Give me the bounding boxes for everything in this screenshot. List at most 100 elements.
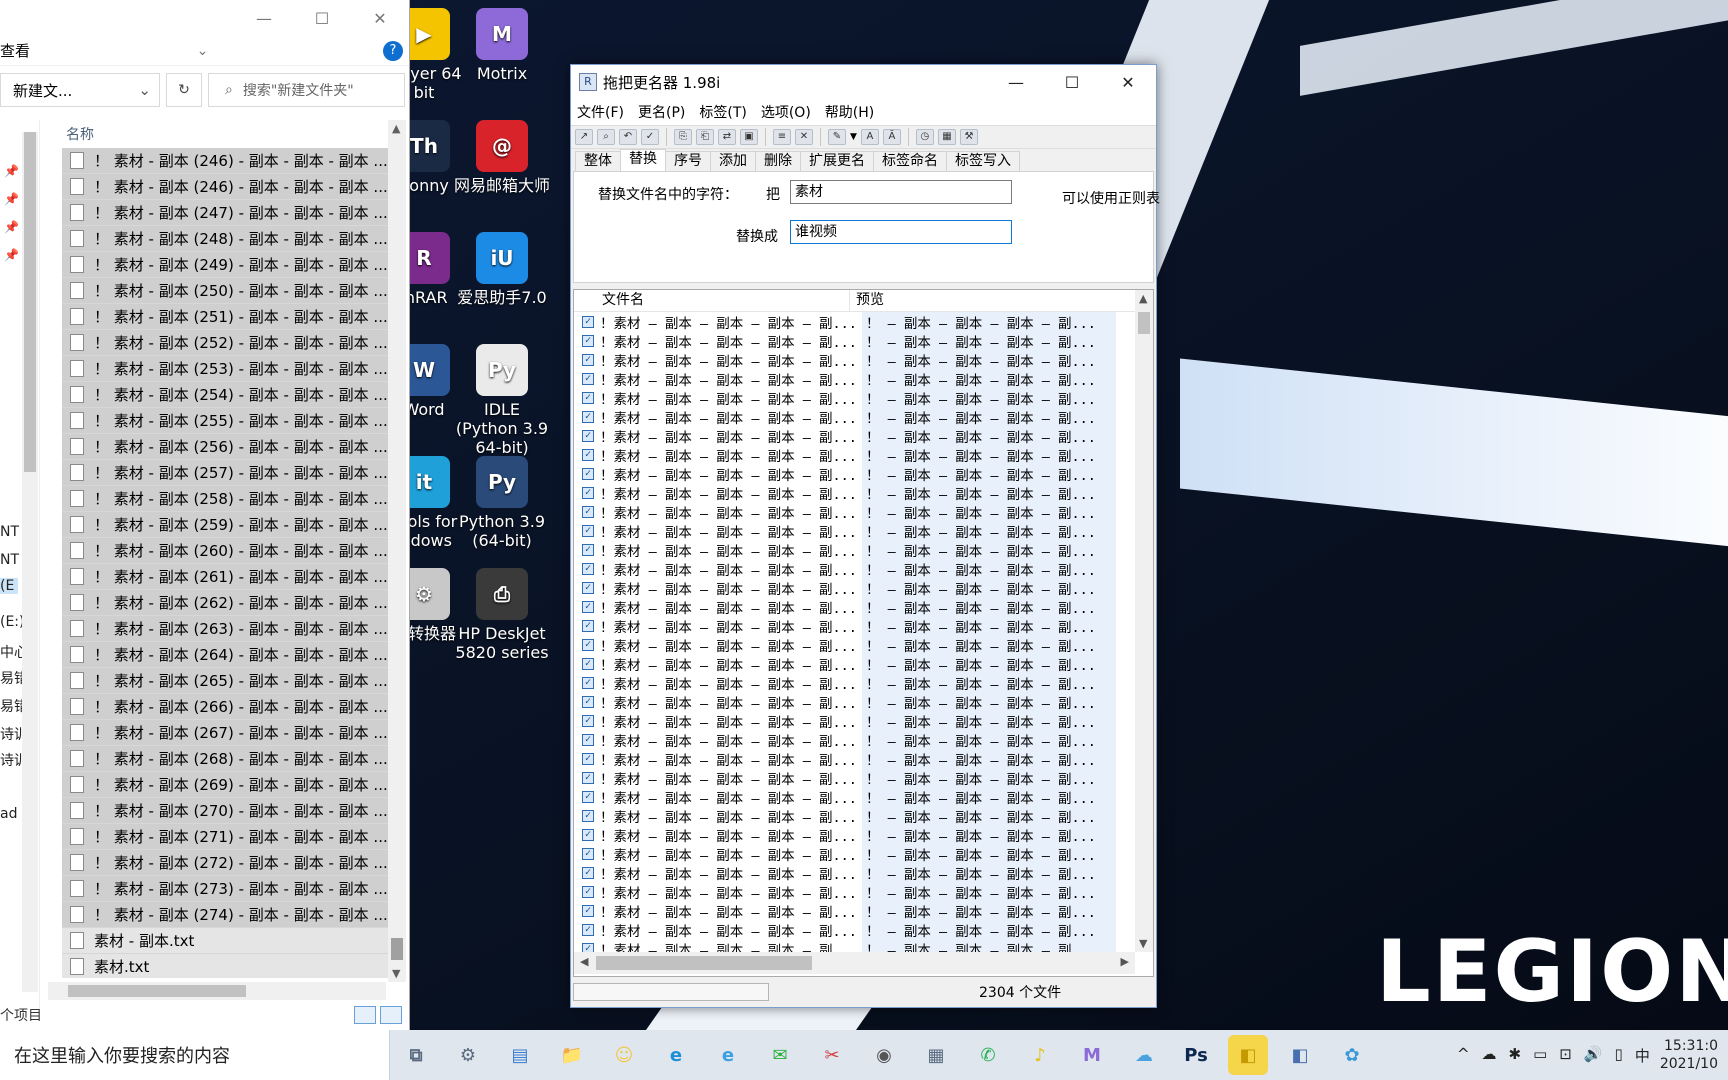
grid-row[interactable]: ✓ ！素材 – 副本 – 副本 – 副本 – 副... ！ – 副本 – 副本 – …: [574, 843, 1134, 864]
address-dropdown-icon[interactable]: ⌄: [138, 81, 151, 99]
grid-row[interactable]: ✓ ！素材 – 副本 – 副本 – 副本 – 副... ！ – 副本 – 副本 – …: [574, 349, 1134, 370]
row-checkbox[interactable]: ✓: [582, 942, 594, 952]
edge-icon[interactable]: e: [656, 1035, 696, 1075]
row-checkbox[interactable]: ✓: [582, 847, 594, 860]
tab-extension-rename[interactable]: 扩展更名: [800, 151, 874, 171]
close-button[interactable]: ✕: [1100, 73, 1156, 92]
tab-overall[interactable]: 整体: [575, 151, 621, 171]
scroll-down-icon[interactable]: ▼: [392, 967, 400, 980]
large-icons-view-icon[interactable]: [380, 1006, 402, 1024]
grid-row[interactable]: ✓ ！素材 – 副本 – 副本 – 副本 – 副... ！ – 副本 – 副本 – …: [574, 482, 1134, 503]
search-input[interactable]: ⌕ 搜索"新建文件夹": [208, 73, 405, 107]
close-button[interactable]: ✕: [351, 9, 409, 28]
row-checkbox[interactable]: ✓: [582, 372, 594, 385]
taskbar-search[interactable]: 在这里输入你要搜索的内容: [0, 1030, 390, 1080]
desktop-shortcut[interactable]: M Motrix: [454, 8, 550, 83]
file-list-item[interactable]: ！ 素材 - 副本 (256) - 副本 - 副本 - 副本 ...: [62, 434, 388, 460]
file-list-item[interactable]: ！ 素材 - 副本 (264) - 副本 - 副本 - 副本 ...: [62, 642, 388, 668]
ribbon-tab-view[interactable]: 查看: [0, 40, 30, 61]
maximize-button[interactable]: ☐: [293, 9, 351, 28]
tab-replace[interactable]: 替换: [620, 149, 666, 171]
file-list-item[interactable]: ！ 素材 - 副本 (253) - 副本 - 副本 - 副本 ...: [62, 356, 388, 382]
column-header-name[interactable]: 名称: [48, 124, 388, 146]
check-icon[interactable]: ✓: [641, 129, 659, 145]
usb-icon[interactable]: ▯: [1615, 1045, 1623, 1066]
grid-row[interactable]: ✓ ！素材 – 副本 – 副本 – 副本 – 副... ！ – 副本 – 副本 – …: [574, 900, 1134, 921]
battery-icon[interactable]: ▭: [1533, 1045, 1547, 1066]
row-checkbox[interactable]: ✓: [582, 885, 594, 898]
task-view-icon[interactable]: ⧉: [396, 1035, 436, 1075]
file-list-item[interactable]: ！ 素材 - 副本 (269) - 副本 - 副本 - 副本 ...: [62, 772, 388, 798]
tab-tag-write[interactable]: 标签写入: [946, 151, 1020, 171]
file-list-item[interactable]: ！ 素材 - 副本 (271) - 副本 - 副本 - 副本 ...: [62, 824, 388, 850]
maximize-button[interactable]: ☐: [1044, 73, 1100, 92]
grid-row[interactable]: ✓ ！素材 – 副本 – 副本 – 副本 – 副... ！ – 副本 – 副本 – …: [574, 463, 1134, 484]
text-edit-icon[interactable]: A: [860, 129, 879, 145]
find-input[interactable]: 素材: [790, 180, 1012, 204]
settings-icon[interactable]: ⚙: [448, 1035, 488, 1075]
renamer-task-active-icon[interactable]: ◧: [1228, 1035, 1268, 1075]
nav-item[interactable]: NT: [0, 552, 19, 568]
row-checkbox[interactable]: ✓: [582, 714, 594, 727]
row-checkbox[interactable]: ✓: [582, 923, 594, 936]
file-list-hscrollbar[interactable]: [48, 982, 386, 1000]
refresh-button[interactable]: ↻: [166, 73, 202, 107]
row-checkbox[interactable]: ✓: [582, 524, 594, 537]
file-list-item[interactable]: ！ 素材 - 副本 (273) - 副本 - 副本 - 副本 ...: [62, 876, 388, 902]
file-list-item[interactable]: ！ 素材 - 副本 (263) - 副本 - 副本 - 副本 ...: [62, 616, 388, 642]
dropdown-arrow-icon[interactable]: ▼: [850, 132, 857, 142]
save-icon[interactable]: ▣: [740, 129, 758, 145]
row-checkbox[interactable]: ✓: [582, 771, 594, 784]
file-explorer-icon[interactable]: 📁: [552, 1035, 592, 1075]
ie-icon[interactable]: e: [708, 1035, 748, 1075]
desktop-shortcut[interactable]: ⎙ HP DeskJet 5820 series: [454, 568, 550, 662]
file-list-item[interactable]: ！ 素材 - 副本 (258) - 副本 - 副本 - 副本 ...: [62, 486, 388, 512]
open-icon[interactable]: ↗: [575, 129, 593, 145]
row-checkbox[interactable]: ✓: [582, 619, 594, 632]
grid-row[interactable]: ✓ ！素材 – 副本 – 副本 – 副本 – 副... ！ – 副本 – 副本 – …: [574, 786, 1134, 807]
row-checkbox[interactable]: ✓: [582, 904, 594, 917]
desktop-shortcut[interactable]: @ 网易邮箱大师: [454, 120, 550, 195]
tool-icon[interactable]: ⚒: [959, 129, 978, 145]
grid-row[interactable]: ✓ ！素材 – 副本 – 副本 – 副本 – 副... ！ – 副本 – 副本 – …: [574, 805, 1134, 826]
grid-icon[interactable]: ▦: [937, 129, 956, 145]
file-list-item[interactable]: ！ 素材 - 副本 (261) - 副本 - 副本 - 副本 ...: [62, 564, 388, 590]
baidu-disk-icon[interactable]: ☁: [1124, 1035, 1164, 1075]
file-list-item[interactable]: ！ 素材 - 副本 (247) - 副本 - 副本 - 副本 ...: [62, 200, 388, 226]
menu-rename[interactable]: 更名(P): [638, 102, 685, 122]
grid-row[interactable]: ✓ ！素材 – 副本 – 副本 – 副本 – 副... ！ – 副本 – 副本 – …: [574, 368, 1134, 389]
text-clear-icon[interactable]: Ā: [882, 129, 901, 145]
grid-row[interactable]: ✓ ！素材 – 副本 – 副本 – 副本 – 副... ！ – 副本 – 副本 – …: [574, 634, 1134, 655]
row-checkbox[interactable]: ✓: [582, 790, 594, 803]
tab-delete[interactable]: 删除: [755, 151, 801, 171]
tab-add[interactable]: 添加: [710, 151, 756, 171]
row-checkbox[interactable]: ✓: [582, 657, 594, 670]
nav-item[interactable]: NT: [0, 524, 19, 540]
grid-vscrollbar[interactable]: ▲ ▼: [1135, 290, 1153, 952]
scroll-up-icon[interactable]: ▲: [392, 122, 400, 135]
scroll-up-icon[interactable]: ▲: [1139, 292, 1147, 305]
grid-row[interactable]: ✓ ！素材 – 副本 – 副本 – 副本 – 副... ！ – 副本 – 副本 – …: [574, 862, 1134, 883]
row-checkbox[interactable]: ✓: [582, 638, 594, 651]
column-preview[interactable]: 预览: [850, 290, 1108, 311]
help-icon[interactable]: ?: [383, 40, 403, 61]
row-checkbox[interactable]: ✓: [582, 315, 594, 328]
file-list-item[interactable]: 素材 - 副本.txt: [62, 928, 388, 954]
row-checkbox[interactable]: ✓: [582, 505, 594, 518]
menu-tags[interactable]: 标签(T): [699, 102, 746, 122]
scroll-right-icon[interactable]: ▶: [1121, 955, 1129, 968]
grid-row[interactable]: ✓ ！素材 – 副本 – 副本 – 副本 – 副... ！ – 副本 – 副本 – …: [574, 406, 1134, 427]
row-checkbox[interactable]: ✓: [582, 429, 594, 442]
grid-row[interactable]: ✓ ！素材 – 副本 – 副本 – 副本 – 副... ！ – 副本 – 副本 – …: [574, 881, 1134, 902]
grid-row[interactable]: ✓ ！素材 – 副本 – 副本 – 副本 – 副... ！ – 副本 – 副本 – …: [574, 444, 1134, 465]
grid-row[interactable]: ✓ ！素材 – 副本 – 副本 – 副本 – 副... ！ – 副本 – 副本 – …: [574, 824, 1134, 845]
music-icon[interactable]: ♪: [1020, 1035, 1060, 1075]
file-list-item[interactable]: ！ 素材 - 副本 (270) - 副本 - 副本 - 副本 ...: [62, 798, 388, 824]
row-checkbox[interactable]: ✓: [582, 676, 594, 689]
file-list-item[interactable]: ！ 素材 - 副本 (251) - 副本 - 副本 - 副本 ...: [62, 304, 388, 330]
file-list-scrollbar[interactable]: ▲ ▼: [388, 120, 406, 982]
copy-icon[interactable]: ⎘: [674, 129, 692, 145]
grid-row[interactable]: ✓ ！素材 – 副本 – 副本 – 副本 – 副... ！ – 副本 – 副本 – …: [574, 501, 1134, 522]
edit-icon[interactable]: ✎: [828, 129, 846, 145]
file-list-item[interactable]: ！ 素材 - 副本 (266) - 副本 - 副本 - 副本 ...: [62, 694, 388, 720]
